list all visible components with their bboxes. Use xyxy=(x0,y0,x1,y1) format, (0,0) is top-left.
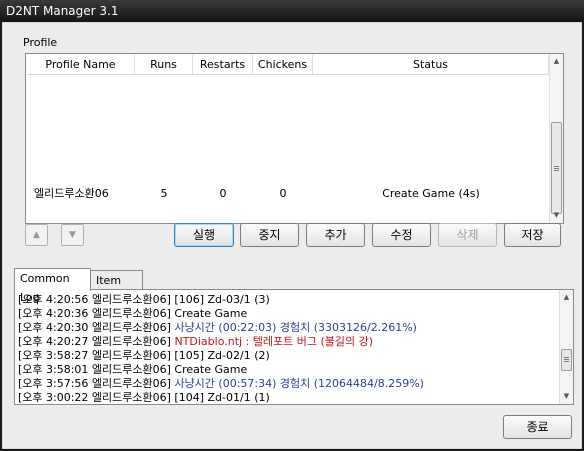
triangle-down-icon: ▼ xyxy=(69,230,76,240)
status-cell: Create Game (4s) xyxy=(382,187,480,200)
log-segment: [오후 4:20:56 엘리드루소환06] [106] Zd-03/1 (3) xyxy=(18,293,270,306)
log-line: [오후 4:20:56 엘리드루소환06] [106] Zd-03/1 (3) xyxy=(18,293,270,307)
scroll-up-arrow-icon[interactable]: ▲ xyxy=(550,54,563,69)
table-row[interactable]: 엘리드루소환06 5 0 0 Create Game (4s) xyxy=(27,185,549,203)
tab-item-log[interactable]: Item Log xyxy=(90,270,143,306)
scroll-up-arrow-icon[interactable]: ▲ xyxy=(560,290,573,305)
col-header-status[interactable]: Status xyxy=(313,55,549,74)
log-segment: 사냥시간 (00:22:03) 경험치 (3303126/2.261%) xyxy=(174,321,417,334)
scroll-down-arrow-icon[interactable]: ▼ xyxy=(560,389,573,404)
profile-name-cell: 엘리드루소환06 xyxy=(34,187,109,200)
add-button[interactable]: 추가 xyxy=(306,223,365,247)
main-dialog: Profile Profile Name Runs Restarts Chick… xyxy=(2,22,582,449)
log-line: [오후 4:20:36 엘리드루소환06] Create Game xyxy=(18,307,247,321)
grip-line xyxy=(554,166,559,167)
delete-button[interactable]: 삭제 xyxy=(438,223,497,247)
profile-table: Profile Name Runs Restarts Chickens Stat… xyxy=(27,55,549,223)
log-line: [오후 4:20:30 엘리드루소환06] 사냥시간 (00:22:03) 경험… xyxy=(18,321,417,335)
log-segment: NTDiablo.ntj : 텔레포트 버그 (불길의 강) xyxy=(174,335,374,348)
col-header-profile-name[interactable]: Profile Name xyxy=(27,55,135,74)
profile-list[interactable]: Profile Name Runs Restarts Chickens Stat… xyxy=(25,53,564,224)
run-button[interactable]: 실행 xyxy=(174,223,234,247)
profile-table-header: Profile Name Runs Restarts Chickens Stat… xyxy=(27,55,549,75)
log-segment: [오후 4:20:27 엘리드루소환06] xyxy=(18,335,175,348)
restarts-cell: 0 xyxy=(219,187,227,200)
exit-button[interactable]: 종료 xyxy=(503,415,572,439)
stop-button[interactable]: 중지 xyxy=(240,223,299,247)
log-segment: [오후 4:20:30 엘리드루소환06] xyxy=(18,321,175,334)
log-line: [오후 3:00:22 엘리드루소환06] [104] Zd-01/1 (1) xyxy=(18,391,270,405)
triangle-up-icon: ▲ xyxy=(33,230,40,240)
tab-common-log[interactable]: Common Log xyxy=(14,268,91,304)
log-segment: [오후 3:00:22 엘리드루소환06] [104] Zd-01/1 (1) xyxy=(18,391,270,404)
move-up-button[interactable]: ▲ xyxy=(25,224,48,246)
log-line: [오후 3:58:01 엘리드루소환06] Create Game xyxy=(18,363,247,377)
save-button[interactable]: 저장 xyxy=(504,223,561,247)
col-header-chickens[interactable]: Chickens xyxy=(253,55,313,74)
profile-table-body: 엘리드루소환06 5 0 0 Create Game (4s) xyxy=(27,75,549,223)
grip-line xyxy=(564,357,569,358)
grip-line xyxy=(554,168,559,169)
grip-line xyxy=(564,361,569,362)
profile-scrollbar[interactable]: ▲ ▼ xyxy=(549,54,563,223)
log-line: [오후 3:57:56 엘리드루소환06] 사냥시간 (00:57:34) 경험… xyxy=(18,377,424,391)
log-line: [오후 3:58:27 엘리드루소환06] [105] Zd-02/1 (2) xyxy=(18,349,270,363)
chickens-cell: 0 xyxy=(279,187,287,200)
scroll-down-arrow-icon[interactable]: ▼ xyxy=(550,208,563,223)
window-title: D2NT Manager 3.1 xyxy=(6,4,119,18)
log-segment: [오후 3:57:56 엘리드루소환06] xyxy=(18,377,175,390)
edit-button[interactable]: 수정 xyxy=(372,223,431,247)
log-segment: [오후 3:58:27 엘리드루소환06] [105] Zd-02/1 (2) xyxy=(18,349,270,362)
log-segment: 사냥시간 (00:57:34) 경험치 (12064484/8.259%) xyxy=(174,377,424,390)
scrollbar-thumb[interactable] xyxy=(551,122,562,214)
col-header-runs[interactable]: Runs xyxy=(135,55,193,74)
move-down-button[interactable]: ▼ xyxy=(61,224,84,246)
col-header-restarts[interactable]: Restarts xyxy=(193,55,253,74)
log-segment: [오후 3:58:01 엘리드루소환06] Create Game xyxy=(18,363,248,376)
log-scrollbar[interactable]: ▲ ▼ xyxy=(559,290,573,404)
window-titlebar: D2NT Manager 3.1 xyxy=(0,0,584,22)
profile-group-label: Profile xyxy=(23,36,58,49)
scrollbar-thumb[interactable] xyxy=(561,349,572,371)
grip-line xyxy=(564,359,569,360)
grip-line xyxy=(554,170,559,171)
log-line: [오후 4:20:27 엘리드루소환06] NTDiablo.ntj : 텔레포… xyxy=(18,335,373,349)
log-output[interactable]: [오후 4:20:56 엘리드루소환06] [106] Zd-03/1 (3)[… xyxy=(14,289,574,405)
log-segment: [오후 4:20:36 엘리드루소환06] Create Game xyxy=(18,307,248,320)
runs-cell: 5 xyxy=(160,187,168,200)
